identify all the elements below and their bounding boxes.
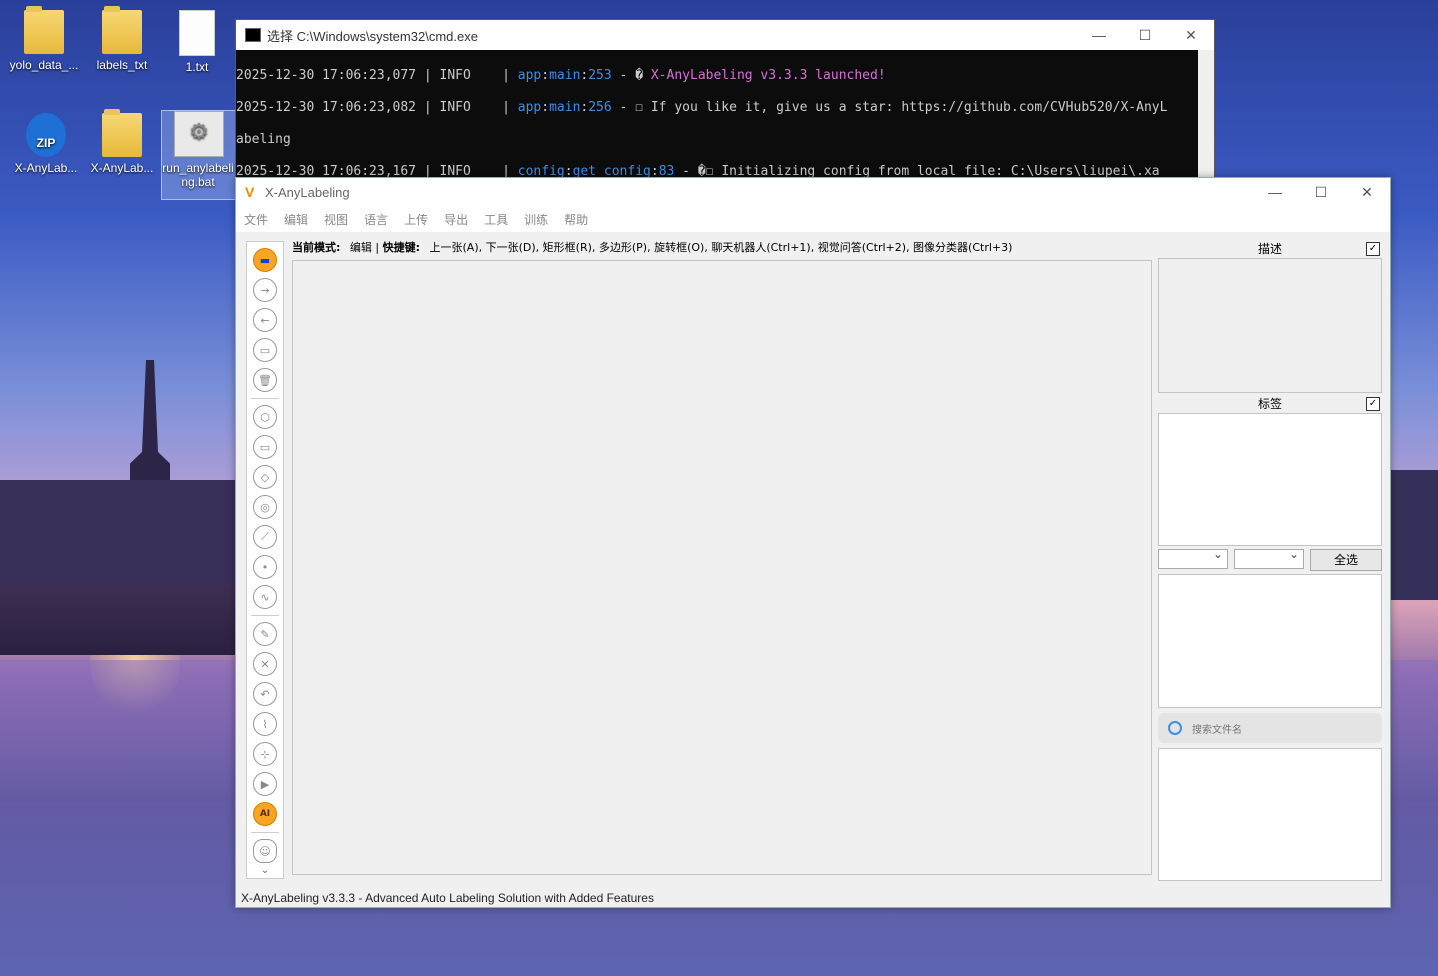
desktop-icon-label: yolo_data_...	[9, 58, 79, 72]
undo-icon[interactable]: ↶	[253, 682, 277, 706]
search-input[interactable]: 搜索文件名	[1192, 721, 1242, 736]
menubar: 文件 编辑 视图 语言 上传 导出 工具 训练 帮助	[236, 206, 1390, 232]
desktop-icon-label: labels_txt	[96, 58, 148, 72]
menu-tools[interactable]: 工具	[484, 211, 508, 228]
desktop-icon-1-txt[interactable]: 1.txt	[161, 10, 233, 74]
close-button[interactable]: ✕	[1168, 20, 1214, 50]
text-file-icon	[179, 10, 215, 56]
play-icon[interactable]: ▶	[253, 772, 277, 796]
desktop-icon-x-anylabeling-zip[interactable]: ZIP X-AnyLab...	[10, 113, 82, 175]
app-titlebar[interactable]: V X-AnyLabeling — ☐ ✕	[236, 178, 1390, 206]
labels-title: 标签	[1257, 397, 1282, 411]
labels-header: 标签 ✓	[1158, 395, 1382, 413]
cmd-scrollbar[interactable]	[1198, 50, 1214, 190]
ai-label: AI	[259, 809, 271, 819]
zip-badge: ZIP	[36, 136, 56, 150]
minimize-button[interactable]: —	[1252, 177, 1298, 207]
shortcut-label: 快捷键:	[382, 241, 421, 254]
right-pane: 描述 ✓ 标签 ✓ 全选 搜索文件名	[1158, 240, 1382, 881]
menu-train[interactable]: 训练	[524, 211, 548, 228]
folder-icon	[102, 109, 142, 157]
polygon-icon[interactable]: ⬡	[253, 405, 277, 429]
shape-list[interactable]	[1158, 574, 1382, 708]
chevron-down-icon[interactable]: ⌄	[247, 865, 283, 876]
menu-language[interactable]: 语言	[364, 211, 388, 228]
desktop-icon-label: 1.txt	[185, 60, 209, 74]
menu-export[interactable]: 导出	[444, 211, 468, 228]
select-icon[interactable]: ⊹	[253, 742, 277, 766]
circle-icon[interactable]: ◎	[253, 495, 277, 519]
x-anylabeling-window[interactable]: V X-AnyLabeling — ☐ ✕ 文件 编辑 视图 语言 上传 导出 …	[235, 177, 1391, 908]
desktop-icon-label: run_anylabeling.bat	[162, 161, 234, 189]
delete-shape-icon[interactable]: ✕	[253, 652, 277, 676]
desktop-icon-label: X-AnyLab...	[14, 161, 78, 175]
maximize-button[interactable]: ☐	[1122, 20, 1168, 50]
status-bar: X-AnyLabeling v3.3.3 - Advanced Auto Lab…	[241, 891, 654, 905]
label-filter-combo-2[interactable]	[1234, 547, 1304, 569]
rotated-box-icon[interactable]: ◇	[253, 465, 277, 489]
shortcut-list: 上一张(A), 下一张(D), 矩形框(R), 多边形(P), 旋转框(O), …	[429, 241, 1013, 254]
mode-bar: 当前模式: 编辑 | 快捷键: 上一张(A), 下一张(D), 矩形框(R), …	[292, 241, 1013, 254]
cmd-output: 2025-12-30 17:06:23,077 | INFO | app:mai…	[236, 50, 1214, 190]
line-icon[interactable]: ⟋	[253, 525, 277, 549]
desktop-icon-run-anylabeling-bat[interactable]: ⚙ run_anylabeling.bat	[161, 110, 237, 200]
select-all-button[interactable]: 全选	[1310, 549, 1382, 571]
maximize-button[interactable]: ☐	[1298, 177, 1344, 207]
menu-view[interactable]: 视图	[324, 211, 348, 228]
file-search[interactable]: 搜索文件名	[1158, 713, 1382, 743]
delete-file-icon[interactable]: 🗑	[253, 368, 277, 392]
folder-icon	[24, 6, 64, 54]
menu-upload[interactable]: 上传	[404, 211, 428, 228]
close-button[interactable]: ✕	[1344, 177, 1390, 207]
desktop-icon-label: X-AnyLab...	[90, 161, 154, 175]
gears-icon: ⚙	[174, 111, 224, 157]
cmd-titlebar[interactable]: 选择 C:\Windows\system32\cmd.exe — ☐ ✕	[236, 20, 1214, 50]
menu-edit[interactable]: 编辑	[284, 211, 308, 228]
rectangle-icon[interactable]: ▭	[253, 435, 277, 459]
description-checkbox[interactable]: ✓	[1366, 242, 1380, 256]
next-image-icon[interactable]: →	[253, 278, 277, 302]
edit-icon[interactable]: ✎	[253, 622, 277, 646]
mode-value: 编辑	[349, 241, 372, 254]
cmd-icon	[245, 28, 261, 42]
description-title: 描述	[1257, 242, 1282, 256]
open-dir-icon[interactable]: ▬	[253, 248, 277, 272]
file-list[interactable]	[1158, 748, 1382, 881]
desktop-icon-yolo-data[interactable]: yolo_data_...	[8, 6, 80, 72]
menu-help[interactable]: 帮助	[564, 211, 588, 228]
mode-label: 当前模式:	[292, 241, 341, 254]
app-logo-icon: V	[245, 184, 255, 200]
cmd-window[interactable]: 选择 C:\Windows\system32\cmd.exe — ☐ ✕ 202…	[235, 19, 1215, 191]
prev-image-icon[interactable]: ←	[253, 308, 277, 332]
brush-icon[interactable]: ⌇	[253, 712, 277, 736]
left-toolbar: ▬ → ← ▭ 🗑 ⬡ ▭ ◇ ◎ ⟋ • ∿ ✎ ✕ ↶ ⌇ ⊹ ▶ AI ☺…	[246, 241, 284, 879]
minimize-button[interactable]: —	[1076, 20, 1122, 50]
save-icon[interactable]: ▭	[253, 338, 277, 362]
desktop-icon-x-anylabeling-folder[interactable]: X-AnyLab...	[86, 109, 158, 175]
ai-icon[interactable]: AI	[253, 802, 277, 826]
desktop-icon-labels-txt[interactable]: labels_txt	[86, 6, 158, 72]
annotation-canvas[interactable]	[292, 260, 1152, 875]
folder-icon	[102, 6, 142, 54]
label-filter-row: 全选	[1158, 547, 1382, 571]
log-line-wrap: abeling	[236, 132, 291, 147]
description-header: 描述 ✓	[1158, 240, 1382, 258]
menu-file[interactable]: 文件	[244, 211, 268, 228]
point-icon[interactable]: •	[253, 555, 277, 579]
zip-archive-icon: ZIP	[26, 113, 66, 157]
label-filter-combo-1[interactable]	[1158, 547, 1228, 569]
cmd-title: 选择 C:\Windows\system32\cmd.exe	[267, 28, 478, 44]
labels-list[interactable]	[1158, 413, 1382, 546]
search-icon	[1168, 721, 1182, 735]
log-line: 2025-12-30 17:06:23,082 | INFO | app:mai…	[236, 100, 1168, 115]
log-line: 2025-12-30 17:06:23,077 | INFO | app:mai…	[236, 68, 886, 83]
description-panel[interactable]	[1158, 258, 1382, 393]
linestrip-icon[interactable]: ∿	[253, 585, 277, 609]
labels-checkbox[interactable]: ✓	[1366, 397, 1380, 411]
app-title: X-AnyLabeling	[265, 184, 350, 200]
chatbot-mascot-icon[interactable]: ☺	[253, 839, 277, 863]
